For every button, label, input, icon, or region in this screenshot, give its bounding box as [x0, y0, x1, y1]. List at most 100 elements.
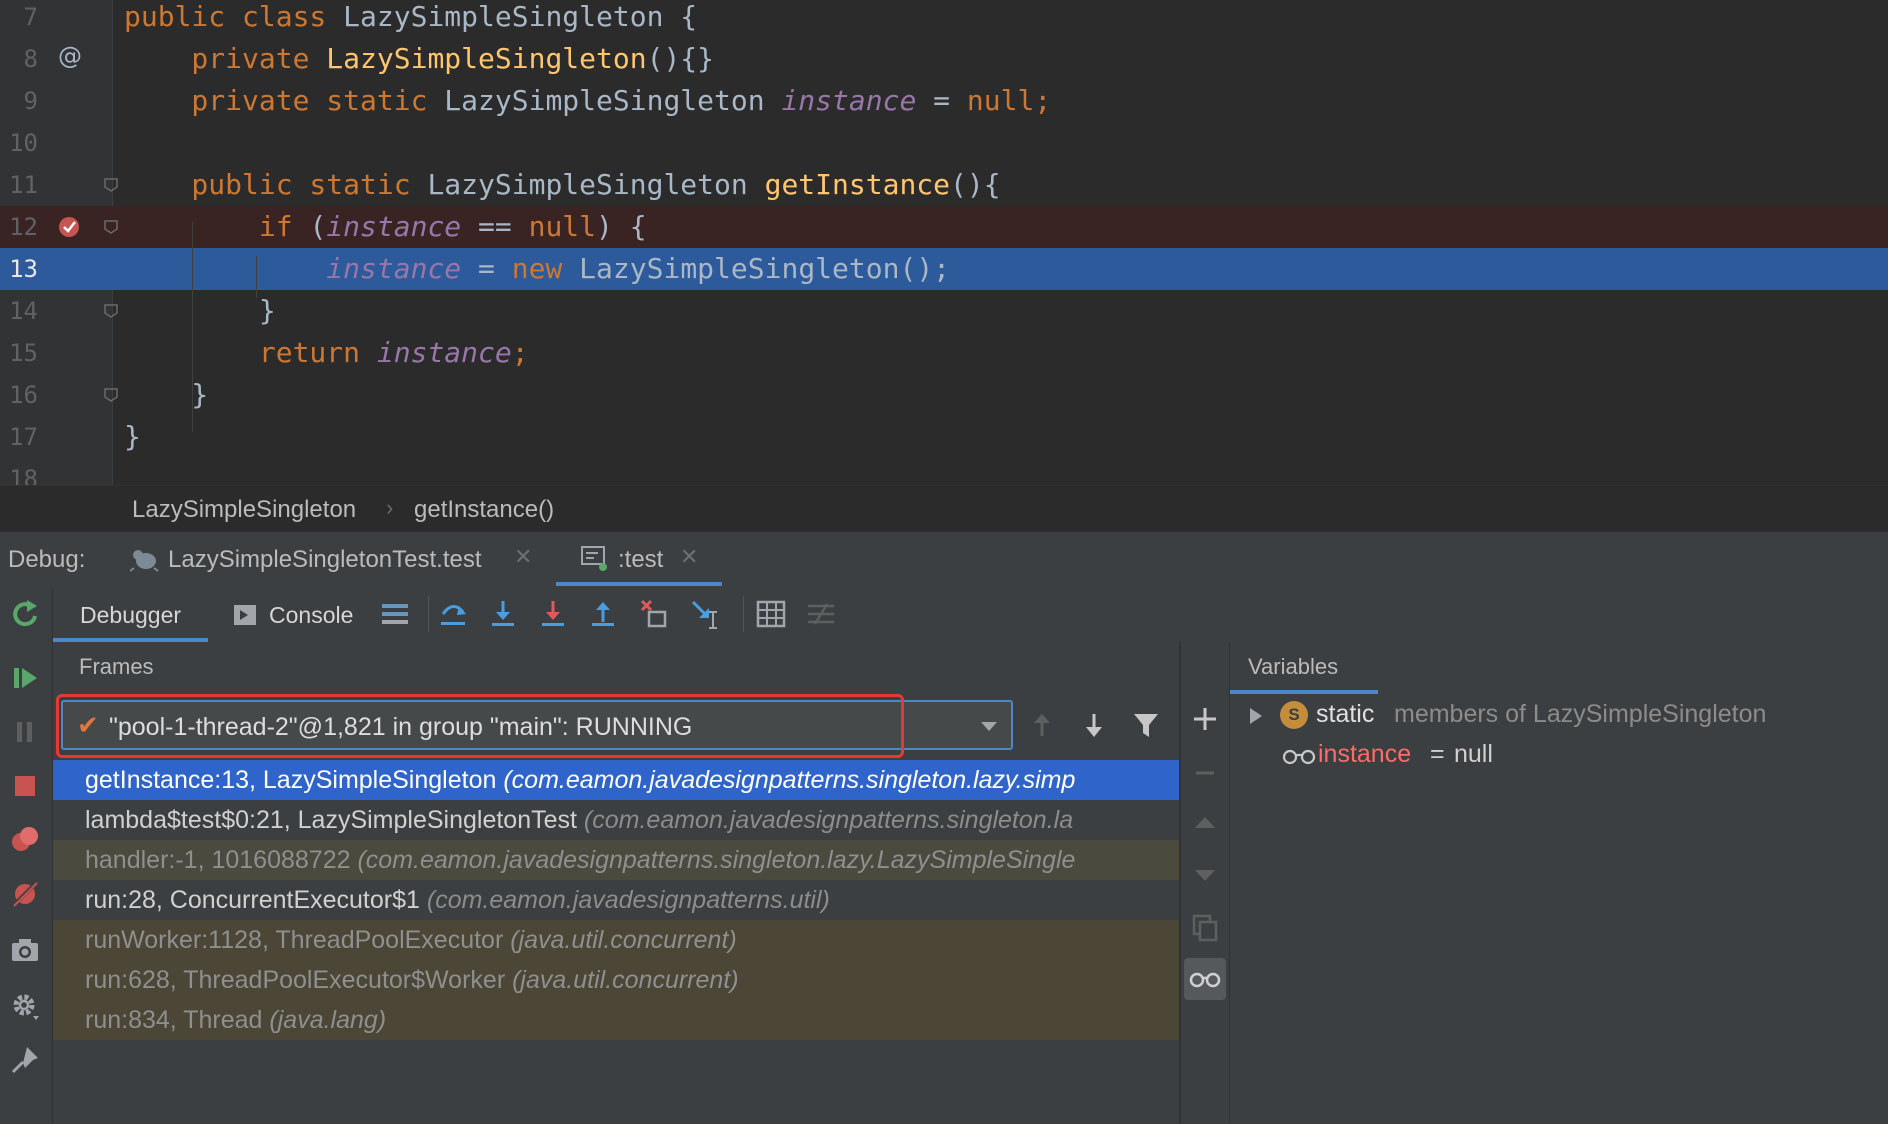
fold-marker-icon[interactable]: [104, 304, 118, 318]
code-line[interactable]: 12 if (instance == null) {: [0, 206, 1888, 248]
code-editor[interactable]: 7 public class LazySimpleSingleton {8 pri…: [0, 0, 1888, 485]
add-watch-plus-icon[interactable]: [1190, 704, 1220, 734]
close-icon[interactable]: ✕: [680, 544, 698, 570]
previous-frame-arrow-up-icon[interactable]: [1027, 710, 1057, 740]
force-step-into-icon[interactable]: [537, 598, 569, 630]
filter-icon[interactable]: [1131, 710, 1161, 740]
close-icon[interactable]: ✕: [514, 544, 532, 570]
line-number: 18: [9, 465, 38, 485]
frame-row[interactable]: getInstance:13, LazySimpleSingleton (com…: [53, 760, 1179, 800]
settings-gear-icon[interactable]: [9, 990, 41, 1022]
tab-debugger[interactable]: Debugger: [53, 586, 208, 642]
variable-row-static[interactable]: S static members of LazySimpleSingleton: [1240, 698, 1880, 734]
camera-icon[interactable]: [9, 934, 41, 966]
tab-gradle-test[interactable]: :test ✕: [556, 532, 722, 586]
move-down-icon[interactable]: [1190, 860, 1220, 890]
code-token: (){}: [646, 42, 715, 75]
override-annotation-icon[interactable]: @: [58, 42, 82, 70]
fold-marker-icon[interactable]: [104, 178, 118, 192]
code-line[interactable]: 10: [0, 122, 1888, 164]
expand-arrow-icon[interactable]: [1246, 704, 1266, 728]
code-token: ;: [1034, 84, 1052, 117]
code-line[interactable]: 11 public static LazySimpleSingleton get…: [0, 164, 1888, 206]
step-over-icon[interactable]: [437, 598, 469, 630]
variables-toolbar: [1181, 642, 1230, 1124]
indent-guide: [256, 256, 257, 298]
code-text: private LazySimpleSingleton(){}: [124, 38, 714, 80]
code-token: null: [966, 84, 1035, 117]
pause-icon[interactable]: [9, 716, 41, 748]
code-text: if (instance == null) {: [124, 206, 647, 248]
code-line[interactable]: 13 instance = new LazySimpleSingleton();: [0, 248, 1888, 290]
move-up-icon[interactable]: [1190, 808, 1220, 838]
run-to-cursor-icon[interactable]: [689, 598, 721, 630]
code-token: getInstance: [764, 168, 951, 201]
code-token: LazySimpleSingleton {: [343, 0, 698, 33]
variable-row-instance[interactable]: instance = null: [1240, 738, 1880, 774]
frame-package: (com.eamon.javadesignpatterns.singleton.…: [583, 806, 1074, 834]
frame-package: (java.util.concurrent): [512, 966, 739, 994]
frame-row[interactable]: lambda$test$0:21, LazySimpleSingletonTes…: [53, 800, 1179, 840]
code-line[interactable]: 16 }: [0, 374, 1888, 416]
frame-row[interactable]: run:834, Thread (java.lang): [53, 1000, 1179, 1040]
frame-row[interactable]: runWorker:1128, ThreadPoolExecutor (java…: [53, 920, 1179, 960]
frame-text: run:834, Thread (java.lang): [85, 1006, 386, 1035]
breadcrumb-class[interactable]: LazySimpleSingleton: [132, 496, 356, 524]
line-number: 7: [23, 3, 38, 31]
frames-panel: Frames ✔ "pool-1-thread-2"@1,821 in grou…: [53, 642, 1181, 1124]
show-execution-point-icon[interactable]: [379, 598, 411, 630]
evaluate-expression-icon[interactable]: [755, 598, 787, 630]
toolbar-separator: [743, 596, 744, 632]
line-number: 11: [9, 171, 38, 199]
trace-stream-icon[interactable]: [805, 598, 837, 630]
pin-icon[interactable]: [9, 1044, 41, 1076]
code-text: }: [124, 290, 276, 332]
line-number: 9: [23, 87, 38, 115]
stop-icon[interactable]: [9, 770, 41, 802]
tab-console[interactable]: Console: [223, 586, 373, 642]
step-into-icon[interactable]: [487, 598, 519, 630]
copy-icon[interactable]: [1190, 912, 1220, 942]
resume-icon[interactable]: [9, 662, 41, 694]
frame-row[interactable]: handler:-1, 1016088722 (com.eamon.javade…: [53, 840, 1179, 880]
step-out-icon[interactable]: [587, 598, 619, 630]
next-frame-arrow-down-icon[interactable]: [1079, 710, 1109, 740]
chevron-down-icon[interactable]: [979, 714, 999, 736]
code-line[interactable]: 15 return instance;: [0, 332, 1888, 374]
variables-header: Variables: [1248, 654, 1339, 679]
drop-frame-icon[interactable]: [639, 598, 671, 630]
breadcrumb-method[interactable]: getInstance(): [414, 496, 554, 524]
breakpoint-icon[interactable]: [58, 216, 80, 238]
code-token: }: [124, 420, 141, 453]
frame-row[interactable]: run:28, ConcurrentExecutor$1 (com.eamon.…: [53, 880, 1179, 920]
frame-package: (java.util.concurrent): [510, 926, 737, 954]
frame-method: run:28, ConcurrentExecutor$1: [85, 886, 420, 914]
code-line[interactable]: 17}: [0, 416, 1888, 458]
fold-marker-icon[interactable]: [104, 220, 118, 234]
show-watches-toggle[interactable]: [1184, 958, 1226, 1000]
code-line[interactable]: 14 }: [0, 290, 1888, 332]
code-token: LazySimpleSingleton: [326, 42, 647, 75]
tab-test-config[interactable]: LazySimpleSingletonTest.test ✕: [126, 532, 546, 586]
console-run-icon: [581, 546, 607, 571]
frame-text: run:628, ThreadPoolExecutor$Worker (java…: [85, 966, 739, 995]
view-breakpoints-icon[interactable]: [9, 824, 41, 856]
code-line[interactable]: 18: [0, 458, 1888, 485]
tab-console-label: Console: [269, 602, 354, 628]
code-token: =: [916, 84, 967, 117]
code-line[interactable]: 7 public class LazySimpleSingleton {: [0, 0, 1888, 38]
code-token: (: [309, 210, 327, 243]
code-token: ==: [461, 210, 529, 243]
fold-marker-icon[interactable]: [104, 388, 118, 402]
code-token: ;: [511, 336, 529, 369]
frame-method: runWorker:1128, ThreadPoolExecutor: [85, 926, 504, 954]
code-token: null: [528, 210, 597, 243]
code-line[interactable]: 9 private static LazySimpleSingleton ins…: [0, 80, 1888, 122]
code-line[interactable]: 8 private LazySimpleSingleton(){} @: [0, 38, 1888, 80]
frame-method: lambda$test$0:21, LazySimpleSingletonTes…: [85, 806, 577, 834]
remove-watch-minus-icon[interactable]: [1190, 758, 1220, 788]
variables-panel: Variables S static members of LazySimple…: [1230, 642, 1888, 1124]
mute-breakpoints-icon[interactable]: [9, 878, 41, 910]
frame-row[interactable]: run:628, ThreadPoolExecutor$Worker (java…: [53, 960, 1179, 1000]
rerun-icon[interactable]: [9, 598, 41, 630]
